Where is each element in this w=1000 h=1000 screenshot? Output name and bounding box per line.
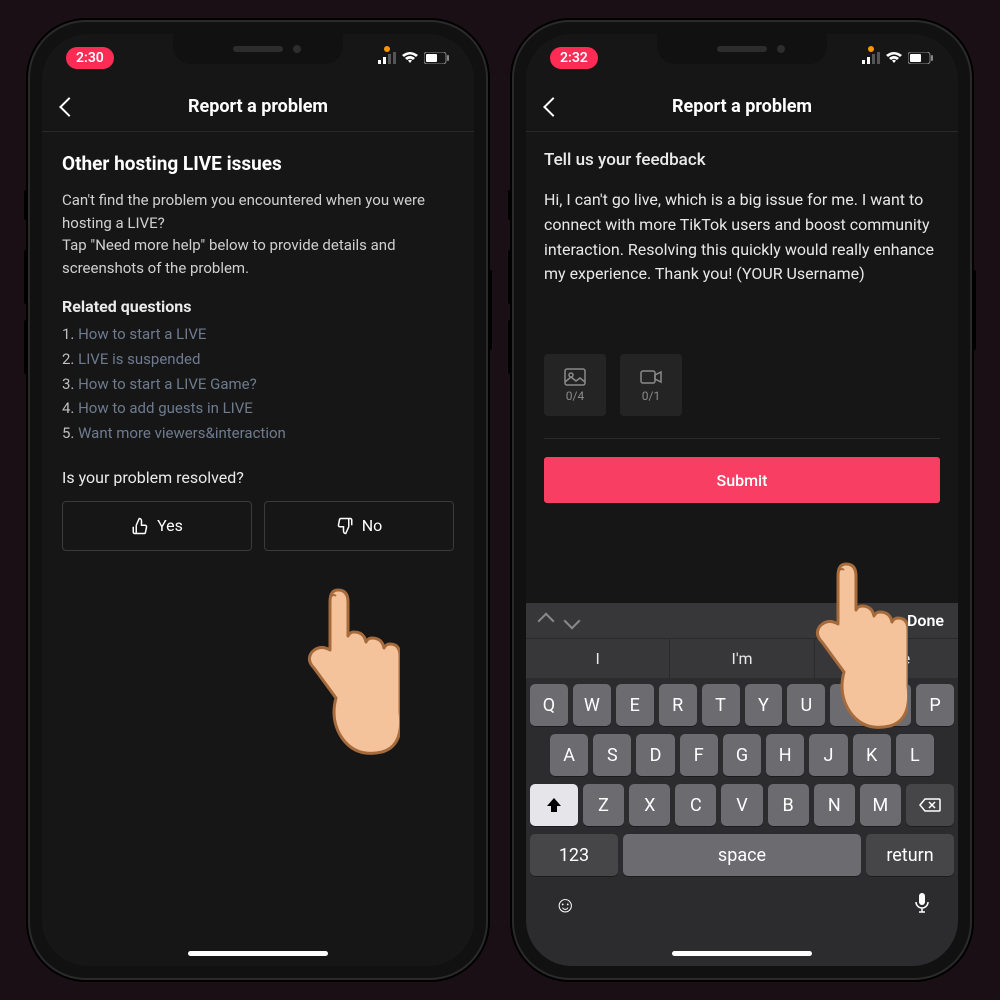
key[interactable]: R bbox=[659, 684, 697, 726]
shift-icon bbox=[545, 796, 563, 814]
related-link[interactable]: How to start a LIVE Game? bbox=[78, 375, 257, 393]
keyboard-row-1: Q W E R T Y U I O P bbox=[530, 684, 954, 726]
mic-icon bbox=[914, 892, 930, 914]
nav-title: Report a problem bbox=[672, 96, 812, 117]
key[interactable]: I bbox=[830, 684, 868, 726]
keyboard-suggestions: I I'm Please bbox=[526, 638, 958, 678]
keyboard-row-2: A S D F G H J K L bbox=[530, 734, 954, 776]
keyboard-done-button[interactable]: Done bbox=[907, 611, 944, 630]
key[interactable]: F bbox=[680, 734, 718, 776]
status-time: 2:32 bbox=[550, 47, 598, 69]
nav-bar: Report a problem bbox=[526, 82, 958, 132]
return-key[interactable]: return bbox=[866, 834, 954, 876]
backspace-key[interactable] bbox=[906, 784, 954, 826]
nav-title: Report a problem bbox=[188, 96, 328, 117]
keyboard-next-field[interactable] bbox=[564, 612, 581, 629]
related-link[interactable]: Want more viewers&interaction bbox=[78, 424, 286, 442]
status-icons bbox=[378, 52, 450, 64]
suggestion[interactable]: Please bbox=[815, 639, 958, 678]
key[interactable]: E bbox=[616, 684, 654, 726]
add-photo-button[interactable]: 0/4 bbox=[544, 354, 606, 416]
key[interactable]: J bbox=[809, 734, 847, 776]
key[interactable]: Z bbox=[583, 784, 624, 826]
home-indicator[interactable] bbox=[188, 951, 328, 956]
keyboard-row-3: Z X C V B N M bbox=[530, 784, 954, 826]
video-icon bbox=[640, 368, 662, 386]
no-button[interactable]: No bbox=[264, 501, 454, 551]
related-questions-list: 1. How to start a LIVE 2. LIVE is suspen… bbox=[62, 322, 454, 446]
signal-icon bbox=[378, 52, 396, 64]
feedback-title: Tell us your feedback bbox=[544, 150, 940, 170]
suggestion[interactable]: I bbox=[526, 639, 670, 678]
back-button[interactable] bbox=[543, 97, 563, 117]
notch bbox=[173, 34, 343, 64]
pointer-hand-icon bbox=[280, 582, 400, 762]
video-count: 0/1 bbox=[642, 389, 660, 403]
key[interactable]: W bbox=[573, 684, 611, 726]
wifi-icon bbox=[402, 52, 418, 64]
keyboard-prev-field[interactable] bbox=[538, 612, 555, 629]
related-link[interactable]: How to add guests in LIVE bbox=[78, 399, 253, 417]
key[interactable]: U bbox=[787, 684, 825, 726]
yes-button[interactable]: Yes bbox=[62, 501, 252, 551]
backspace-icon bbox=[919, 797, 941, 813]
photo-count: 0/4 bbox=[566, 389, 584, 403]
key[interactable]: H bbox=[766, 734, 804, 776]
key[interactable]: C bbox=[675, 784, 716, 826]
key[interactable]: Y bbox=[745, 684, 783, 726]
related-questions-title: Related questions bbox=[62, 297, 454, 316]
wifi-icon bbox=[886, 52, 902, 64]
key[interactable]: M bbox=[860, 784, 901, 826]
suggestion[interactable]: I'm bbox=[670, 639, 814, 678]
submit-button[interactable]: Submit bbox=[544, 457, 940, 503]
divider bbox=[544, 438, 940, 439]
key[interactable]: P bbox=[916, 684, 954, 726]
space-key[interactable]: space bbox=[623, 834, 861, 876]
status-icons bbox=[862, 52, 934, 64]
notch bbox=[657, 34, 827, 64]
key[interactable]: L bbox=[896, 734, 934, 776]
key[interactable]: N bbox=[814, 784, 855, 826]
key[interactable]: S bbox=[593, 734, 631, 776]
key[interactable]: O bbox=[873, 684, 911, 726]
phone-left: 2:30 Report a problem Other hosting LIVE… bbox=[28, 20, 488, 980]
back-button[interactable] bbox=[59, 97, 79, 117]
shift-key[interactable] bbox=[530, 784, 578, 826]
resolved-question: Is your problem resolved? bbox=[62, 468, 454, 487]
related-link[interactable]: LIVE is suspended bbox=[78, 350, 200, 368]
key[interactable]: K bbox=[853, 734, 891, 776]
thumbs-down-icon bbox=[336, 517, 354, 535]
key[interactable]: B bbox=[768, 784, 809, 826]
key[interactable]: D bbox=[636, 734, 674, 776]
key[interactable]: Q bbox=[530, 684, 568, 726]
signal-icon bbox=[862, 52, 880, 64]
related-link[interactable]: How to start a LIVE bbox=[78, 325, 206, 343]
mic-key[interactable] bbox=[914, 892, 930, 920]
numbers-key[interactable]: 123 bbox=[530, 834, 618, 876]
yes-label: Yes bbox=[157, 516, 183, 535]
section-title: Other hosting LIVE issues bbox=[62, 152, 454, 175]
body-text: Can't find the problem you encountered w… bbox=[62, 189, 454, 279]
phone-right: 2:32 Report a problem Tell us your feedb… bbox=[512, 20, 972, 980]
battery-icon bbox=[908, 52, 934, 64]
submit-label: Submit bbox=[717, 471, 768, 490]
home-indicator[interactable] bbox=[672, 951, 812, 956]
no-label: No bbox=[362, 516, 383, 535]
emoji-key[interactable]: ☺ bbox=[554, 892, 576, 920]
key[interactable]: A bbox=[550, 734, 588, 776]
thumbs-up-icon bbox=[131, 517, 149, 535]
keyboard: Done I I'm Please Q W E R T Y U I O P bbox=[526, 603, 958, 966]
image-icon bbox=[564, 368, 586, 386]
key[interactable]: T bbox=[702, 684, 740, 726]
key[interactable]: X bbox=[629, 784, 670, 826]
key[interactable]: V bbox=[721, 784, 762, 826]
nav-bar: Report a problem bbox=[42, 82, 474, 132]
keyboard-row-4: 123 space return bbox=[530, 834, 954, 876]
key[interactable]: G bbox=[723, 734, 761, 776]
status-time: 2:30 bbox=[66, 47, 114, 69]
feedback-textarea[interactable]: Hi, I can't go live, which is a big issu… bbox=[544, 188, 940, 328]
battery-icon bbox=[424, 52, 450, 64]
add-video-button[interactable]: 0/1 bbox=[620, 354, 682, 416]
